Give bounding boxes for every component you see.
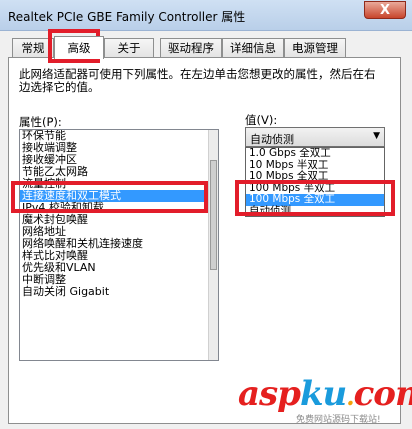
tab-about[interactable]: 关于 xyxy=(104,38,154,57)
close-icon: X xyxy=(379,2,391,18)
value-label: 值(V): xyxy=(245,113,278,127)
dropdown-option[interactable]: 1.0 Gbps 全双工 xyxy=(246,148,384,160)
listbox-scrollbar[interactable] xyxy=(208,130,218,360)
highlight-box-value xyxy=(235,180,395,216)
tab-advanced[interactable]: 高级 xyxy=(54,36,104,59)
watermark-logo: aspku.com 免费网站源码下载站! xyxy=(232,372,412,426)
scrollbar-thumb[interactable] xyxy=(210,160,217,270)
property-label: 属性(P): xyxy=(19,115,62,129)
list-item[interactable]: 自动关闭 Gigabit xyxy=(20,286,218,298)
tab-power-management[interactable]: 电源管理 xyxy=(284,38,346,57)
title-bar: Realtek PCIe GBE Family Controller 属性 X xyxy=(0,0,412,31)
watermark-text: aspku.com xyxy=(238,374,412,414)
combo-selected-value: 自动侦测 xyxy=(250,133,294,146)
advanced-panel: 此网络适配器可使用下列属性。在左边单击您想更改的属性，然后在右边选择它的值。 属… xyxy=(8,57,401,424)
watermark-subtitle: 免费网站源码下载站! xyxy=(296,415,381,425)
window-title: Realtek PCIe GBE Family Controller 属性 xyxy=(8,10,246,24)
close-button[interactable]: X xyxy=(364,1,406,19)
panel-description: 此网络适配器可使用下列属性。在左边单击您想更改的属性，然后在右边选择它的值。 xyxy=(19,67,376,94)
tab-strip: 常规 高级 关于 驱动程序 详细信息 电源管理 xyxy=(10,36,402,59)
value-combobox[interactable]: 自动侦测 ▼ xyxy=(245,127,385,147)
tab-details[interactable]: 详细信息 xyxy=(222,38,284,57)
highlight-box-property xyxy=(11,181,208,213)
property-listbox[interactable]: 环保节能 接收端调整 接收缓冲区 节能乙太网路 流量控制 连接速度和双工模式 I… xyxy=(19,129,219,361)
dropdown-arrow-icon[interactable]: ▼ xyxy=(373,131,380,141)
tab-driver[interactable]: 驱动程序 xyxy=(160,38,222,57)
